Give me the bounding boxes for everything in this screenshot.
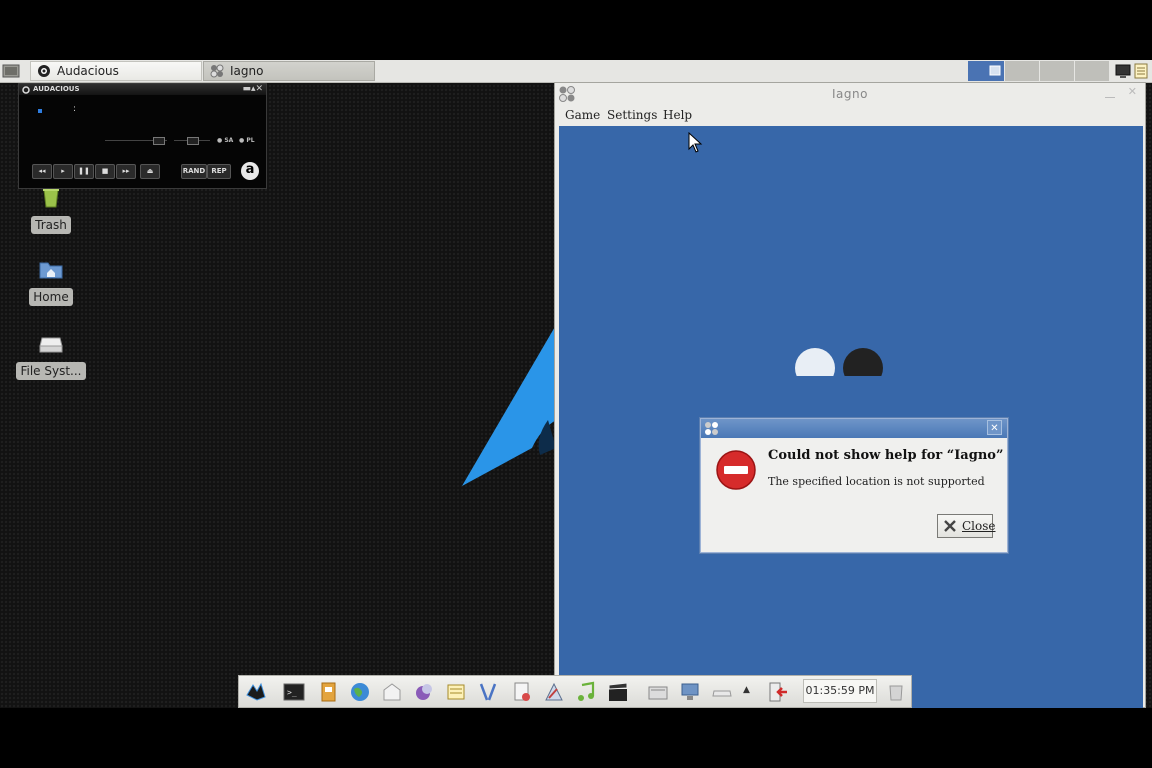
monitor-icon[interactable] — [1114, 62, 1132, 80]
menu-game[interactable]: Game — [565, 105, 600, 125]
repeat-button[interactable]: REP — [207, 164, 231, 179]
home-folder-icon — [39, 262, 63, 279]
previous-button[interactable]: ◂◂ — [32, 164, 52, 179]
desktop-icon-label: Trash — [31, 216, 71, 234]
workspace-5[interactable] — [1075, 61, 1109, 81]
workspace-3[interactable] — [1005, 61, 1039, 81]
audacious-window-buttons[interactable]: ▬▴✕ — [242, 84, 263, 95]
game-board[interactable] — [559, 126, 1143, 708]
pl-toggle[interactable]: ● PL — [239, 137, 255, 144]
audacious-titlebar[interactable]: AUDACIOUS ▬▴✕ — [19, 84, 266, 95]
audacious-logo-icon — [22, 86, 30, 94]
workspace-2[interactable] — [986, 61, 1004, 81]
dialog-app-icon — [705, 422, 718, 435]
desktop-icon-label: Home — [29, 288, 73, 306]
notes-icon[interactable] — [1132, 62, 1150, 80]
next-button[interactable]: ▸▸ — [116, 164, 136, 179]
desktop-icon-label: File Syst... — [16, 362, 86, 380]
music-player-icon[interactable] — [575, 681, 597, 703]
audacious-icon — [38, 65, 50, 77]
menu-help[interactable]: Help — [663, 105, 692, 125]
minimize-button[interactable] — [1105, 89, 1115, 98]
taskbar-item-label: Audacious — [57, 64, 119, 78]
bottom-panel: >_ ▲ 01:35:59 PM — [238, 675, 912, 708]
svg-text:>_: >_ — [287, 688, 297, 697]
close-button[interactable]: Close — [937, 514, 996, 538]
removable-drive-icon[interactable] — [711, 681, 733, 703]
workspace-1[interactable] — [968, 61, 986, 81]
dialog-title: Could not show help for “Iagno” — [768, 448, 1004, 463]
trash-applet-icon[interactable] — [885, 681, 907, 703]
text-editor-icon[interactable] — [445, 681, 467, 703]
desktop-icon-filesystem[interactable]: File Syst... — [16, 332, 86, 380]
sa-toggle[interactable]: ● SA — [217, 137, 233, 144]
clock[interactable]: 01:35:59 PM — [803, 679, 877, 703]
stop-button[interactable]: ■ — [95, 164, 115, 179]
menu-launcher-icon[interactable] — [245, 681, 267, 703]
volume-slider[interactable] — [153, 137, 165, 145]
iagno-menubar: Game Settings Help — [555, 105, 1145, 125]
desktop-icon-home[interactable]: Home — [16, 258, 86, 306]
taskbar-item-audacious[interactable]: Audacious — [30, 61, 202, 81]
pause-button[interactable]: ❚❚ — [74, 164, 94, 179]
board-pieces — [795, 348, 883, 376]
system-tray-icon-1[interactable] — [647, 681, 669, 703]
address-book-icon[interactable] — [317, 681, 339, 703]
close-icon — [944, 520, 956, 532]
error-icon — [716, 450, 756, 490]
dialog-close-x[interactable]: ✕ — [987, 420, 1002, 435]
workspace-4[interactable] — [1040, 61, 1074, 81]
chat-icon[interactable] — [413, 681, 435, 703]
close-window-button[interactable]: ✕ — [1128, 85, 1137, 98]
dialog-titlebar[interactable]: ✕ — [701, 419, 1007, 438]
screen: Audacious Iagno Trash Home File Syst... … — [0, 60, 1152, 708]
iagno-window-title: Iagno — [832, 87, 868, 101]
logout-icon[interactable] — [767, 681, 789, 703]
error-dialog: ✕ Could not show help for “Iagno” The sp… — [700, 418, 1008, 553]
taskbar-item-label: Iagno — [230, 64, 264, 78]
dialog-message: The specified location is not supported — [768, 475, 985, 488]
trash-icon — [43, 188, 59, 208]
tray-expand-arrow-icon[interactable]: ▲ — [743, 685, 750, 695]
eject-button[interactable]: ⏏ — [140, 164, 160, 179]
document-viewer-icon[interactable] — [511, 681, 533, 703]
close-button-label: Close — [962, 519, 996, 533]
mail-icon[interactable] — [381, 681, 403, 703]
play-status-indicator — [38, 109, 42, 113]
time-display: : — [73, 104, 77, 114]
taskbar-item-iagno[interactable]: Iagno — [203, 61, 375, 81]
terminal-icon[interactable]: >_ — [283, 681, 305, 703]
audacious-player: AUDACIOUS ▬▴✕ : ● SA ● PL ◂◂ ▸ ❚❚ ■ ▸▸ ⏏… — [18, 83, 267, 189]
audacious-menu-icon[interactable]: a — [241, 162, 259, 180]
drive-icon — [39, 337, 63, 353]
iagno-icon — [210, 64, 224, 78]
menu-settings[interactable]: Settings — [607, 105, 657, 125]
graphics-editor-icon[interactable] — [543, 681, 565, 703]
desktop-icon-trash[interactable]: Trash — [16, 186, 86, 234]
play-button[interactable]: ▸ — [53, 164, 73, 179]
desktop-logo — [462, 325, 556, 486]
video-player-icon[interactable] — [607, 681, 629, 703]
top-taskbar: Audacious Iagno — [0, 60, 1152, 83]
window-thumb-icon — [989, 65, 1001, 76]
mouse-cursor-icon — [688, 132, 703, 153]
balance-slider[interactable] — [187, 137, 199, 145]
iagno-window: Iagno ✕ Game Settings Help — [554, 82, 1146, 708]
shuffle-button[interactable]: RAND — [181, 164, 207, 179]
network-icon[interactable] — [679, 681, 701, 703]
settings-tools-icon[interactable] — [477, 681, 499, 703]
show-desktop-icon[interactable] — [2, 63, 20, 79]
web-browser-icon[interactable] — [349, 681, 371, 703]
audacious-title: AUDACIOUS — [33, 85, 80, 93]
